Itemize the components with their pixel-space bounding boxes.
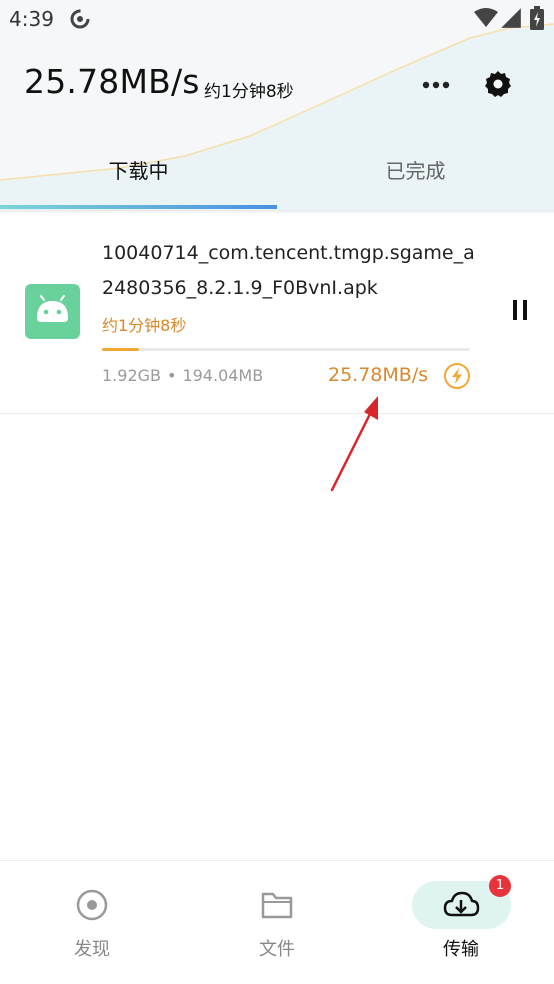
total-eta: 约1分钟8秒 (204, 82, 294, 102)
transfer-screen: 4:39 25.78MB/s 约1分钟8秒 下载中 已完成 10040714_c… (0, 0, 554, 984)
nav-files-label: 文件 (259, 939, 295, 960)
bottom-nav: 发现 文件 1 传输 (0, 860, 554, 984)
progress-fill (102, 348, 139, 351)
transfer-badge: 1 (489, 875, 511, 897)
gear-icon[interactable] (483, 69, 513, 99)
size-info: 1.92GB • 194.04MB (102, 366, 263, 385)
discover-icon (76, 889, 108, 921)
downloaded-size: 194.04MB (182, 366, 264, 385)
item-eta: 约1分钟8秒 (102, 316, 187, 335)
pause-icon[interactable] (510, 298, 530, 322)
sync-icon (70, 9, 90, 29)
download-item[interactable]: 10040714_com.tencent.tmgp.sgame_a2480356… (0, 214, 554, 414)
wifi-icon (474, 8, 498, 27)
status-bar: 4:39 (0, 0, 554, 38)
progress-bar (102, 348, 470, 351)
item-speed: 25.78MB/s (328, 364, 429, 386)
total-size: 1.92GB (102, 366, 161, 385)
tab-bar: 下载中 已完成 (0, 146, 554, 210)
nav-files[interactable]: 文件 (185, 861, 369, 984)
nav-transfer[interactable]: 1 传输 (369, 861, 553, 984)
tab-completed[interactable]: 已完成 (277, 146, 554, 206)
speed-header: 4:39 25.78MB/s 约1分钟8秒 下载中 已完成 (0, 0, 554, 210)
battery-icon (530, 6, 544, 30)
file-name: 10040714_com.tencent.tmgp.sgame_a2480356… (102, 242, 475, 299)
android-icon (25, 284, 80, 339)
status-time: 4:39 (9, 7, 54, 31)
lightning-bolt-icon[interactable] (443, 362, 471, 390)
cloud-download-icon (443, 891, 480, 917)
active-tab-indicator (0, 205, 277, 209)
nav-discover[interactable]: 发现 (0, 861, 184, 984)
folder-icon (261, 892, 293, 919)
more-icon[interactable] (420, 72, 452, 98)
size-separator: • (167, 366, 177, 385)
nav-discover-label: 发现 (74, 939, 110, 960)
annotation-arrow (330, 396, 378, 492)
tab-downloading[interactable]: 下载中 (0, 146, 277, 206)
total-speed: 25.78MB/s (24, 62, 200, 101)
signal-icon (501, 8, 521, 28)
nav-transfer-label: 传输 (443, 939, 479, 960)
